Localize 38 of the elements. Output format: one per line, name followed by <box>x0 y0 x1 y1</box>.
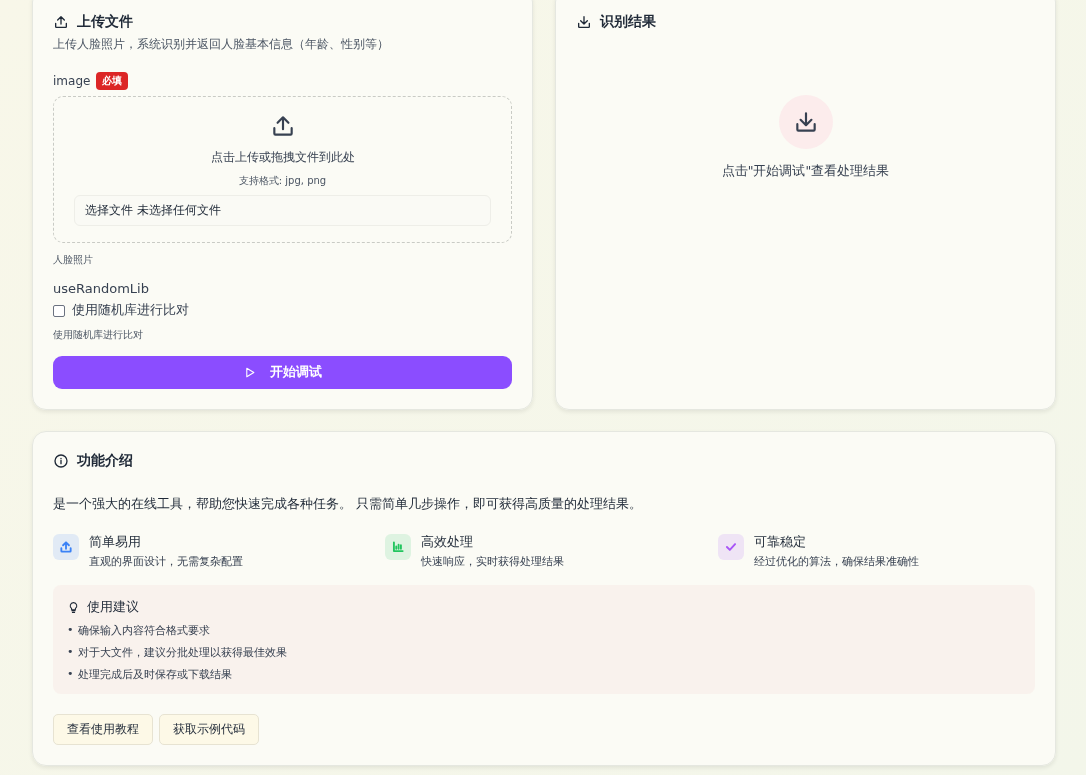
empty-result-text: 点击"开始调试"查看处理结果 <box>721 163 890 180</box>
intro-description: 是一个强大的在线工具，帮助您快速完成各种任务。 只需简单几步操作，即可获得高质量的处理结果。 <box>53 496 643 513</box>
download-icon <box>576 14 592 30</box>
checkbox[interactable] <box>53 304 65 317</box>
tip-text: 对于大文件，建议分批处理以获得最佳效果 <box>77 645 287 660</box>
format-hint: 支持格式: jpg, png <box>238 174 327 188</box>
card-title: 功能介绍 <box>77 452 133 470</box>
field-hint: 使用随机库进行比对 <box>53 328 144 342</box>
drop-instruction: 点击上传或拖拽文件到此处 <box>210 149 355 166</box>
checkbox-label: 使用随机库进行比对 <box>72 302 189 319</box>
bullet: • <box>67 645 74 660</box>
feature-title: 高效处理 <box>421 534 474 551</box>
field-hint: 人脸照片 <box>53 253 94 267</box>
card-title: 识别结果 <box>600 13 656 31</box>
feature-description: 经过优化的算法，确保结果准确性 <box>754 554 919 569</box>
feature-title: 可靠稳定 <box>754 534 807 551</box>
feature-description: 直观的界面设计，无需复杂配置 <box>89 554 243 569</box>
feature-title: 简单易用 <box>89 534 142 551</box>
card-title: 上传文件 <box>77 13 133 31</box>
bullet: • <box>67 667 74 682</box>
secondary-button[interactable]: 获取示例代码 <box>159 714 259 745</box>
tips-title: 使用建议 <box>87 599 139 616</box>
file-drop-zone[interactable]: 点击上传或拖拽文件到此处 支持格式: jpg, png 选择文件 未选择任何文件 <box>53 96 512 243</box>
feature-description: 快速响应，实时获得处理结果 <box>421 554 564 569</box>
card-subtitle: 上传人脸照片，系统识别并返回人脸基本信息（年龄、性别等） <box>53 37 390 52</box>
bullet: • <box>67 623 74 638</box>
info-icon <box>53 453 69 469</box>
play-icon <box>243 366 256 379</box>
start-debug-button[interactable]: 开始调试 <box>53 356 512 389</box>
secondary-button[interactable]: 查看使用教程 <box>53 714 153 745</box>
field-label: image <box>53 74 91 88</box>
tip-text: 确保输入内容符合格式要求 <box>77 623 210 638</box>
upload-icon <box>53 14 69 30</box>
file-input[interactable]: 选择文件 未选择任何文件 <box>74 195 491 226</box>
tip-text: 处理完成后及时保存或下载结果 <box>77 667 232 682</box>
lightbulb-icon <box>67 601 80 614</box>
required-badge: 必填 <box>96 72 129 90</box>
field-label: useRandomLib <box>53 281 150 296</box>
